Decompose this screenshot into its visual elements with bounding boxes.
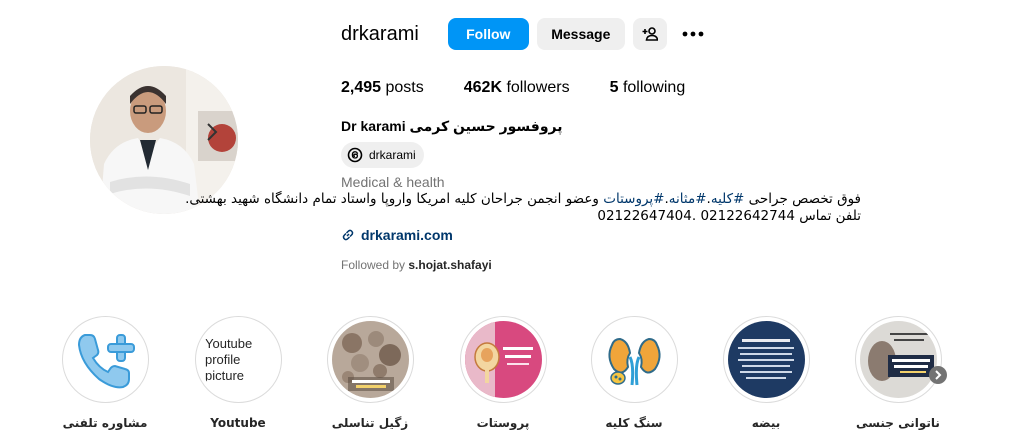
threads-icon — [347, 147, 363, 163]
highlight-cover: Youtube profile picture — [199, 321, 277, 398]
highlight-ring — [61, 316, 149, 403]
followed-by-user: s.hojat.shafayi — [408, 258, 492, 272]
highlight-item[interactable]: سنگ کلیه — [568, 316, 700, 430]
highlight-cover — [595, 321, 673, 398]
website-link[interactable]: drkarami.com — [341, 227, 453, 243]
posts-stat: 2,495 posts — [341, 79, 424, 97]
threads-handle: drkarami — [369, 148, 416, 162]
bio-suffix: وعضو انجمن جراحان کلیه امریکا واروپا واس… — [185, 191, 604, 207]
bio-line-2: تلفن تماس 02122642744 .02122647404 — [597, 208, 861, 224]
following-stat[interactable]: 5 following — [610, 79, 686, 97]
highlight-label: سنگ کلیه — [605, 416, 663, 430]
followers-count: 462K — [463, 79, 502, 96]
suggested-users-button[interactable] — [632, 18, 667, 50]
highlight-ring: Youtube profile picture — [194, 316, 282, 403]
highlight-cover — [66, 321, 144, 398]
highlights-next-button[interactable] — [929, 366, 947, 384]
highlight-photo — [464, 321, 542, 398]
highlight-ring — [590, 316, 678, 403]
following-label: following — [622, 79, 686, 96]
highlight-ring — [854, 316, 942, 403]
link-icon — [342, 229, 354, 241]
highlight-ring — [459, 316, 547, 403]
website-text: drkarami.com — [361, 227, 453, 243]
kidney-icon — [607, 337, 661, 386]
phone-plus-icon — [77, 334, 135, 389]
story-highlights: مشاوره تلفنی Youtube profile picture You… — [0, 316, 1021, 444]
highlight-ring — [326, 316, 414, 403]
following-count: 5 — [609, 79, 619, 96]
highlight-label: زگیل تناسلی — [331, 416, 409, 430]
bio-prefix: فوق تخصص جراحی — [744, 191, 861, 207]
profile-header: drkarami Follow Message — [341, 17, 707, 51]
message-button[interactable]: Message — [536, 18, 625, 50]
broken-image-alt-text: Youtube profile picture — [205, 335, 253, 383]
highlight-cover — [331, 321, 409, 398]
followed-by-prefix: Followed by — [341, 258, 406, 272]
followers-label: followers — [506, 79, 570, 96]
username: drkarami — [341, 22, 419, 45]
highlight-photo — [331, 321, 409, 398]
followed-by[interactable]: Followed by s.hojat.shafayi — [341, 258, 492, 272]
bio-line-1: فوق تخصص جراحی #کلیه.#مثانه.#پروستات وعض… — [185, 191, 861, 207]
hashtag-link[interactable]: #کلیه — [711, 191, 745, 207]
more-options-button[interactable] — [679, 18, 707, 50]
highlight-item[interactable]: بیضه — [700, 316, 832, 430]
profile-category: Medical & health — [341, 174, 445, 190]
highlight-cover — [859, 321, 937, 398]
chevron-right-icon — [935, 370, 942, 380]
profile-bio: فوق تخصص جراحی #کلیه.#مثانه.#پروستات وعض… — [185, 191, 861, 225]
threads-badge[interactable]: drkarami — [341, 142, 424, 168]
profile-stats: 2,495 posts 462K followers 5 following — [341, 79, 725, 97]
follow-button[interactable]: Follow — [447, 18, 529, 50]
hashtag-link[interactable]: #پروستات — [603, 191, 664, 207]
ellipsis-icon — [682, 31, 704, 37]
highlight-item[interactable]: زگیل تناسلی — [304, 316, 436, 430]
hashtag-link[interactable]: #مثانه — [669, 191, 707, 207]
highlight-ring — [722, 316, 810, 403]
highlight-item[interactable]: پروستات — [437, 316, 569, 430]
highlight-item[interactable]: مشاوره تلفنی — [39, 316, 171, 430]
full-name: Dr karami پروفسور حسین کرمی — [341, 118, 563, 134]
highlight-item[interactable]: Youtube profile picture Youtube — [172, 316, 304, 430]
posts-label: posts — [385, 79, 424, 96]
highlight-photo — [859, 321, 937, 398]
highlight-label: بیضه — [751, 416, 781, 430]
followers-stat[interactable]: 462K followers — [464, 79, 570, 97]
highlight-label: Youtube — [210, 416, 266, 430]
highlight-cover — [727, 321, 805, 398]
highlight-cover — [464, 321, 542, 398]
posts-count: 2,495 — [341, 79, 382, 96]
highlight-label: مشاوره تلفنی — [62, 416, 148, 430]
highlight-photo — [727, 321, 805, 398]
highlight-label: ناتوانی جنسی — [856, 416, 940, 430]
highlight-label: پروستات — [476, 416, 530, 430]
add-person-icon — [642, 27, 658, 41]
